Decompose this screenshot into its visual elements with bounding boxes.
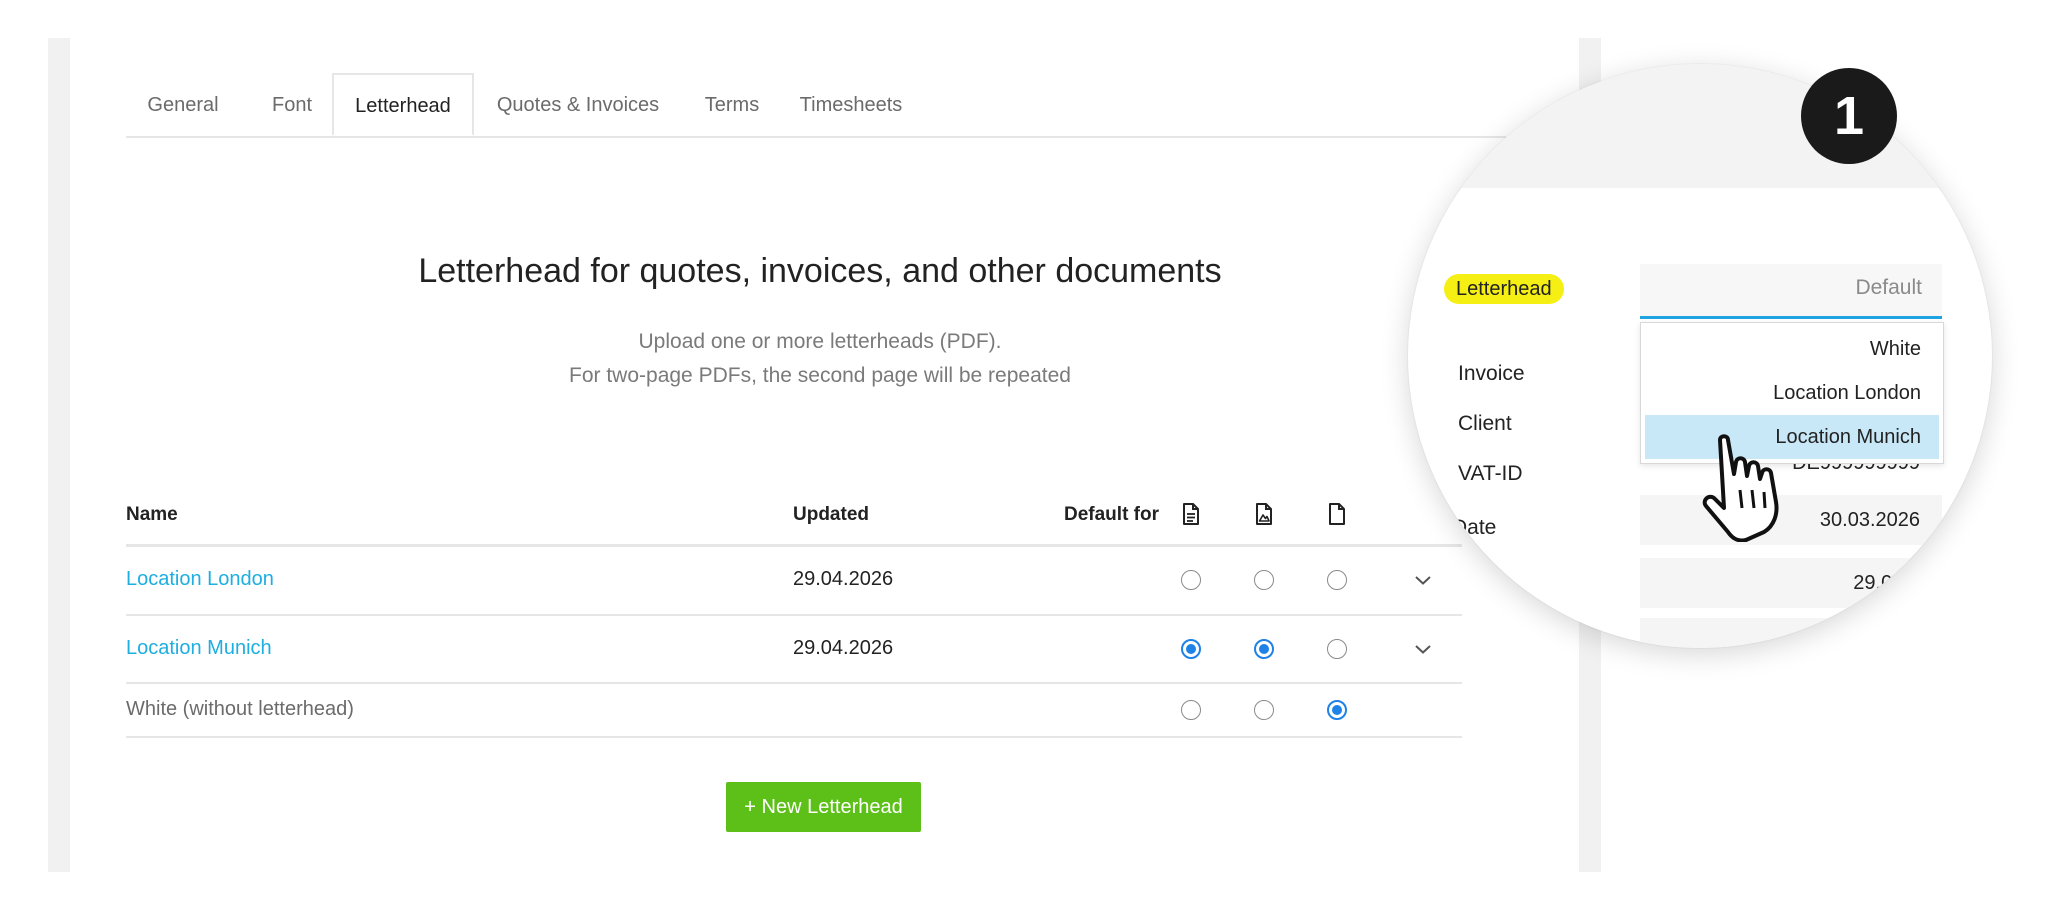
column-header-default-for: Default for xyxy=(1064,504,1159,525)
row-divider xyxy=(126,614,1462,616)
updated-date: 29.04.2026 xyxy=(793,568,894,590)
vat-id-label: VAT-ID xyxy=(1458,462,1523,485)
frame-left-border xyxy=(48,38,70,872)
default-invoices-radio[interactable] xyxy=(1254,570,1274,590)
page-title: Letterhead for quotes, invoices, and oth… xyxy=(418,252,1222,290)
letterhead-name-link[interactable]: Location Munich xyxy=(126,637,272,660)
settings-tabs: General Font Letterhead Quotes & Invoice… xyxy=(126,73,1506,138)
default-quotes-radio[interactable] xyxy=(1181,639,1201,659)
default-quotes-radio[interactable] xyxy=(1181,700,1201,720)
table-header-divider xyxy=(126,544,1462,547)
column-header-updated: Updated xyxy=(793,504,869,525)
next-field[interactable] xyxy=(1640,618,1942,648)
tab-letterhead[interactable]: Letterhead xyxy=(332,73,474,136)
due-date-label: ate xyxy=(1484,576,1514,599)
row-divider xyxy=(126,682,1462,684)
default-invoices-radio[interactable] xyxy=(1254,700,1274,720)
settings-panel xyxy=(70,38,1579,872)
letterhead-name: White (without letterhead) xyxy=(126,698,354,720)
letterhead-select-value: Default xyxy=(1855,276,1922,299)
default-invoices-radio[interactable] xyxy=(1254,639,1274,659)
tab-terms[interactable]: Terms xyxy=(682,74,782,136)
page-subtitle-line-2: For two-page PDFs, the second page will … xyxy=(569,364,1071,387)
due-date-field[interactable]: 29.04.2 xyxy=(1640,558,1942,608)
document-lines-icon xyxy=(1183,503,1199,525)
tab-timesheets[interactable]: Timesheets xyxy=(782,74,920,136)
default-quotes-radio[interactable] xyxy=(1181,570,1201,590)
default-other-radio[interactable] xyxy=(1327,700,1347,720)
invoice-label: Invoice xyxy=(1458,362,1525,385)
zoom-header-area xyxy=(1408,64,1992,188)
document-image-icon xyxy=(1256,503,1272,525)
default-other-radio[interactable] xyxy=(1327,570,1347,590)
date-label: Date xyxy=(1452,516,1497,539)
page-subtitle-line-1: Upload one or more letterheads (PDF). xyxy=(638,330,1002,353)
zoom-magnifier: Letterhead Invoice Client VAT-ID Date at… xyxy=(1408,64,1992,648)
dropdown-option-location-munich[interactable]: Location Munich xyxy=(1645,415,1939,459)
new-letterhead-button[interactable]: + New Letterhead xyxy=(726,782,921,832)
tab-font[interactable]: Font xyxy=(240,74,344,136)
dropdown-option-location-london[interactable]: Location London xyxy=(1641,371,1943,415)
step-number-badge: 1 xyxy=(1801,68,1897,164)
pointing-hand-cursor-icon xyxy=(1702,434,1779,542)
letterhead-dropdown: White Location London Location Munich xyxy=(1640,322,1944,464)
tab-general[interactable]: General xyxy=(126,74,240,136)
document-blank-icon xyxy=(1329,503,1345,525)
letterhead-select[interactable]: Default xyxy=(1640,264,1942,319)
column-header-name: Name xyxy=(126,504,178,525)
date-field[interactable]: 30.03.2026 xyxy=(1640,495,1942,545)
client-label: Client xyxy=(1458,412,1512,435)
row-divider xyxy=(126,736,1462,738)
letterhead-name-link[interactable]: Location London xyxy=(126,568,274,591)
tab-quotes-invoices[interactable]: Quotes & Invoices xyxy=(474,74,682,136)
letterhead-field-label-highlight: Letterhead xyxy=(1444,274,1564,304)
updated-date: 29.04.2026 xyxy=(793,637,894,659)
default-other-radio[interactable] xyxy=(1327,639,1347,659)
dropdown-option-white[interactable]: White xyxy=(1641,327,1943,371)
